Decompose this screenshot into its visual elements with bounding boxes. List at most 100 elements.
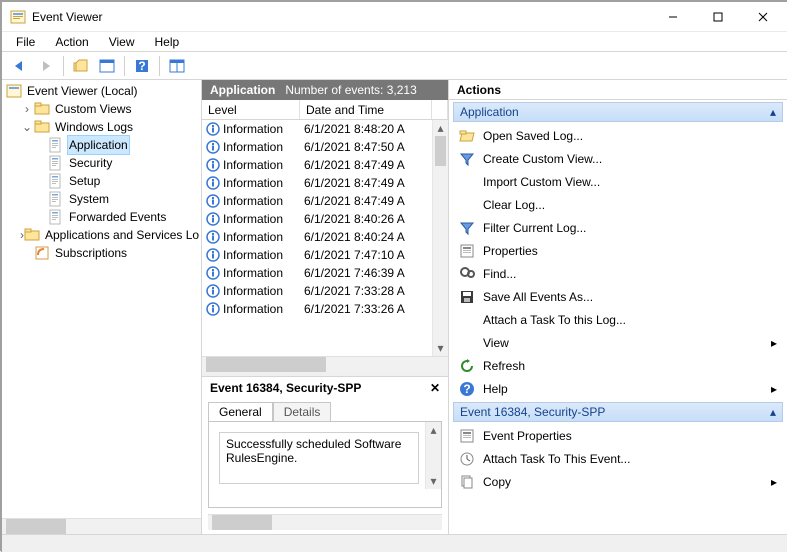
minimize-button[interactable] [650, 3, 695, 31]
action-properties[interactable]: Properties [453, 239, 783, 262]
folder-icon [34, 119, 50, 135]
find-icon [459, 266, 475, 282]
action-find[interactable]: Find... [453, 262, 783, 285]
info-icon [206, 284, 220, 298]
menu-action[interactable]: Action [47, 33, 96, 51]
collapse-icon[interactable]: ▴ [770, 405, 776, 419]
event-row[interactable]: Information6/1/2021 8:40:26 A [202, 210, 448, 228]
tree-subscriptions[interactable]: Subscriptions [6, 244, 199, 262]
action-label: Refresh [483, 359, 777, 373]
actions-section-event[interactable]: Event 16384, Security-SPP ▴ [453, 402, 783, 422]
scroll-up-icon[interactable]: ▴ [433, 120, 448, 136]
app-icon [10, 9, 26, 25]
menu-help[interactable]: Help [147, 33, 188, 51]
detail-close-icon[interactable]: ✕ [430, 381, 440, 395]
back-button[interactable] [8, 55, 32, 77]
log-icon [48, 155, 64, 171]
action-clear-log[interactable]: Clear Log... [453, 193, 783, 216]
action-create-custom-view[interactable]: Create Custom View... [453, 147, 783, 170]
collapse-icon[interactable]: ⌄ [20, 118, 34, 136]
event-row[interactable]: Information6/1/2021 7:47:10 A [202, 246, 448, 264]
action-event-properties[interactable]: Event Properties [453, 424, 783, 447]
tab-general[interactable]: General [208, 402, 273, 421]
tree-hscrollbar[interactable] [2, 518, 201, 534]
toolbar: ? [2, 52, 787, 80]
maximize-button[interactable] [695, 3, 740, 31]
action-open-saved-log[interactable]: Open Saved Log... [453, 124, 783, 147]
events-list[interactable]: Information6/1/2021 8:48:20 AInformation… [202, 120, 448, 356]
col-date[interactable]: Date and Time [300, 100, 432, 119]
tree-log-system[interactable]: System [6, 190, 199, 208]
events-vscrollbar[interactable]: ▴ ▾ [432, 120, 448, 356]
collapse-icon[interactable]: ▴ [770, 105, 776, 119]
event-level: Information [223, 140, 283, 154]
actions-pane: Actions Application ▴ Open Saved Log...C… [449, 80, 787, 534]
close-button[interactable] [740, 3, 785, 31]
scroll-thumb[interactable] [435, 136, 446, 166]
event-row[interactable]: Information6/1/2021 7:33:26 A [202, 300, 448, 318]
menu-view[interactable]: View [101, 33, 143, 51]
event-row[interactable]: Information6/1/2021 8:47:49 A [202, 156, 448, 174]
forward-button[interactable] [34, 55, 58, 77]
tree-windows-logs[interactable]: ⌄ Windows Logs [6, 118, 199, 136]
expand-icon[interactable]: › [20, 100, 34, 118]
tree-log-application[interactable]: Application [6, 136, 199, 154]
action-view[interactable]: View▸ [453, 331, 783, 354]
detail-vscrollbar[interactable]: ▴▾ [425, 422, 441, 489]
event-row[interactable]: Information6/1/2021 8:47:49 A [202, 174, 448, 192]
action-help[interactable]: ?Help▸ [453, 377, 783, 400]
tree-label: Applications and Services Lo [43, 226, 201, 244]
tree-custom-views[interactable]: › Custom Views [6, 100, 199, 118]
toolbar-help-icon[interactable]: ? [130, 55, 154, 77]
tree-log-setup[interactable]: Setup [6, 172, 199, 190]
action-label: Event Properties [483, 429, 777, 443]
action-save-all-events-as[interactable]: Save All Events As... [453, 285, 783, 308]
tab-details[interactable]: Details [273, 402, 332, 421]
events-header-title: Application [210, 83, 275, 97]
event-row[interactable]: Information6/1/2021 8:48:20 A [202, 120, 448, 138]
actions-section-application[interactable]: Application ▴ [453, 102, 783, 122]
tree-label: Setup [67, 172, 102, 190]
tree-log-security[interactable]: Security [6, 154, 199, 172]
svg-text:?: ? [463, 382, 470, 396]
tree-log-forwarded-events[interactable]: Forwarded Events [6, 208, 199, 226]
toolbar-layout-icon[interactable] [165, 55, 189, 77]
events-hscrollbar[interactable] [202, 356, 448, 372]
event-row[interactable]: Information6/1/2021 8:40:24 A [202, 228, 448, 246]
action-attach-a-task-to-this-log[interactable]: Attach a Task To this Log... [453, 308, 783, 331]
toolbar-pane-icon[interactable] [95, 55, 119, 77]
event-date: 6/1/2021 7:47:10 A [300, 248, 448, 262]
toolbar-open-icon[interactable] [69, 55, 93, 77]
event-row[interactable]: Information6/1/2021 7:33:28 A [202, 282, 448, 300]
tree-root[interactable]: Event Viewer (Local) [6, 82, 199, 100]
tree-label: Custom Views [53, 100, 133, 118]
action-import-custom-view[interactable]: Import Custom View... [453, 170, 783, 193]
action-attach-task-to-this-event[interactable]: Attach Task To This Event... [453, 447, 783, 470]
info-icon [206, 302, 220, 316]
action-label: Filter Current Log... [483, 221, 777, 235]
menubar: File Action View Help [2, 32, 787, 52]
col-level[interactable]: Level [202, 100, 300, 119]
event-date: 6/1/2021 8:47:49 A [300, 158, 448, 172]
event-date: 6/1/2021 7:46:39 A [300, 266, 448, 280]
tree-apps-services[interactable]: › Applications and Services Lo [6, 226, 199, 244]
action-refresh[interactable]: Refresh [453, 354, 783, 377]
detail-hscrollbar[interactable] [208, 514, 442, 530]
col-scroll-spacer [432, 100, 448, 119]
action-filter-current-log[interactable]: Filter Current Log... [453, 216, 783, 239]
event-date: 6/1/2021 8:47:49 A [300, 194, 448, 208]
event-row[interactable]: Information6/1/2021 8:47:49 A [202, 192, 448, 210]
action-copy[interactable]: Copy▸ [453, 470, 783, 493]
menu-file[interactable]: File [8, 33, 43, 51]
section-label: Application [460, 105, 519, 119]
info-icon [206, 158, 220, 172]
event-row[interactable]: Information6/1/2021 7:46:39 A [202, 264, 448, 282]
scroll-down-icon[interactable]: ▾ [433, 340, 448, 356]
event-message: Successfully scheduled Software RulesEng… [219, 432, 419, 484]
blank-icon [459, 197, 475, 213]
subscriptions-icon [34, 245, 50, 261]
event-row[interactable]: Information6/1/2021 8:47:50 A [202, 138, 448, 156]
event-level: Information [223, 212, 283, 226]
statusbar [2, 534, 787, 552]
nav-tree[interactable]: Event Viewer (Local) › Custom Views ⌄ Wi… [2, 80, 201, 518]
